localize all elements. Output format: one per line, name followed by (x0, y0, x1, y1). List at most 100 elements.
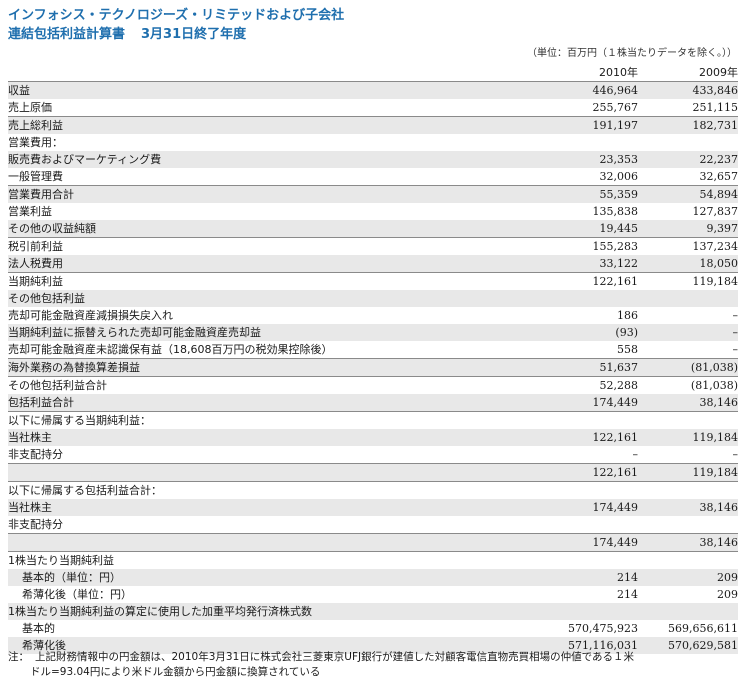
table-row: 営業利益 135,838 127,837 (8, 203, 738, 220)
value-2010: 32,006 (538, 168, 638, 186)
row-label: 非支配持分 (8, 516, 538, 534)
statement-title: 連結包括利益計算書 3月31日終了年度 (8, 23, 246, 42)
value-2010: 570,475,923 (568, 622, 638, 635)
value-2009: 251,115 (638, 99, 738, 117)
value-2010: 186 (617, 309, 638, 322)
value-2009: – (638, 324, 738, 341)
value-2010: 558 (538, 341, 638, 359)
value-2010: 135,838 (592, 205, 639, 218)
row-label: 売上総利益 (8, 116, 538, 134)
row-label: 当期純利益に振替えられた売却可能金融資産売却益 (8, 324, 538, 341)
table-row: 非支配持分 – – (8, 446, 738, 464)
value-2009 (638, 134, 738, 151)
value-2009: 182,731 (638, 116, 738, 134)
row-label: 海外業務の為替換算差損益 (8, 358, 538, 377)
row-label: 税引前利益 (8, 240, 63, 253)
row-label: 1株当たり当期純利益の算定に使用した加重平均発行済株式数 (8, 603, 538, 620)
footnote-line-1: 注： 上記財務情報中の円金額は、2010年3月31日に株式会社三菱東京UFJ銀行が… (8, 650, 738, 665)
value-2009: – (732, 309, 739, 322)
table-row: その他包括利益 (8, 290, 738, 307)
value-2009: 119,184 (638, 429, 738, 446)
value-2009: 119,184 (692, 275, 739, 288)
column-header-2010: 2010年 (538, 64, 638, 82)
row-label: 当社株主 (8, 429, 538, 446)
value-2010: 122,161 (538, 429, 638, 446)
value-2010: 155,283 (592, 240, 639, 253)
table-row: 当期純利益に振替えられた売却可能金融資産売却益 (93) – (8, 324, 738, 341)
value-2009: 119,184 (638, 463, 738, 482)
value-2009: 9,397 (638, 220, 738, 238)
table-row: 当社株主 122,161 119,184 (8, 429, 738, 446)
table-row: その他の収益純額 19,445 9,397 (8, 220, 738, 238)
table-row: 非支配持分 (8, 516, 738, 534)
row-label: 営業利益 (8, 205, 52, 218)
value-2009 (638, 551, 738, 569)
row-label: 基本的 (22, 622, 55, 635)
table-row: 販売費およびマーケティング費 23,353 22,237 (8, 151, 738, 168)
value-2010: 19,445 (538, 220, 638, 238)
value-2010 (538, 290, 638, 307)
value-2010: 174,449 (538, 394, 638, 412)
value-2010: 55,359 (538, 185, 638, 203)
row-label: 法人税費用 (8, 255, 538, 273)
value-2009: – (638, 446, 738, 464)
value-2010: 214 (617, 588, 638, 601)
value-2009 (638, 603, 738, 620)
row-label: 以下に帰属する包括利益合計： (8, 481, 538, 499)
table-row: 売却可能金融資産減損損失戻入れ 186 – (8, 307, 738, 324)
value-2010: 122,161 (592, 275, 639, 288)
row-label (8, 533, 538, 552)
value-2010 (538, 481, 638, 499)
value-2009: 433,846 (638, 81, 738, 99)
value-2009: (81,038) (638, 358, 738, 377)
table-row: 包括利益合計 174,449 38,146 (8, 394, 738, 412)
value-2009: 38,146 (638, 533, 738, 552)
row-label: 販売費およびマーケティング費 (8, 151, 538, 168)
value-2010: 174,449 (538, 499, 638, 516)
row-label: その他包括利益合計 (8, 379, 107, 392)
value-2010 (538, 551, 638, 569)
value-2010 (538, 134, 638, 151)
statement-name: 連結包括利益計算書 (8, 27, 126, 42)
value-2010: 446,964 (538, 81, 638, 99)
value-2010: 214 (538, 569, 638, 586)
value-2010: 174,449 (538, 533, 638, 552)
value-2010: 33,122 (538, 255, 638, 273)
value-2009: 209 (717, 588, 738, 601)
table-row: 以下に帰属する包括利益合計： (8, 481, 738, 499)
footnote-text-1: 上記財務情報中の円金額は、2010年3月31日に株式会社三菱東京UFJ銀行が建値… (35, 651, 634, 663)
table-row: 海外業務の為替換算差損益 51,637 (81,038) (8, 358, 738, 377)
fiscal-period: 3月31日終了年度 (141, 27, 247, 42)
table-row: 営業費用合計 55,359 54,894 (8, 185, 738, 203)
row-label: 営業費用： (8, 136, 63, 149)
value-2010: 191,197 (538, 116, 638, 134)
value-2009: 137,234 (692, 240, 739, 253)
row-label: 一般管理費 (8, 168, 538, 186)
column-header-label (8, 64, 538, 82)
footnote-label: 注： (8, 651, 29, 663)
value-2010 (538, 516, 638, 534)
value-2010 (538, 603, 638, 620)
value-2010: – (538, 446, 638, 464)
value-2009: 569,656,611 (668, 622, 738, 635)
value-2010: 23,353 (538, 151, 638, 168)
value-2009: 38,146 (638, 499, 738, 516)
table-row: 希薄化後（単位：円） 214 209 (8, 586, 738, 603)
value-2009: 18,050 (638, 255, 738, 273)
footnote: 注： 上記財務情報中の円金額は、2010年3月31日に株式会社三菱東京UFJ銀行が… (8, 650, 738, 680)
row-label: 売上原価 (8, 99, 538, 117)
table-row: 売上原価 255,767 251,115 (8, 99, 738, 117)
table-row: 122,161 119,184 (8, 463, 738, 482)
row-label: 当社株主 (8, 499, 538, 516)
table-row: 当期純利益 122,161 119,184 (8, 273, 738, 291)
row-label: 当期純利益 (8, 275, 63, 288)
value-2009: 127,837 (692, 205, 739, 218)
row-label: 希薄化後（単位：円） (22, 588, 132, 601)
table-row: 1株当たり当期純利益の算定に使用した加重平均発行済株式数 (8, 603, 738, 620)
value-2010: 122,161 (538, 463, 638, 482)
table-row: 以下に帰属する当期純利益： (8, 412, 738, 430)
row-label: その他の収益純額 (8, 220, 538, 238)
value-2010: 255,767 (538, 99, 638, 117)
row-label: 非支配持分 (8, 446, 538, 464)
table-row: 基本的（単位：円） 214 209 (8, 569, 738, 586)
